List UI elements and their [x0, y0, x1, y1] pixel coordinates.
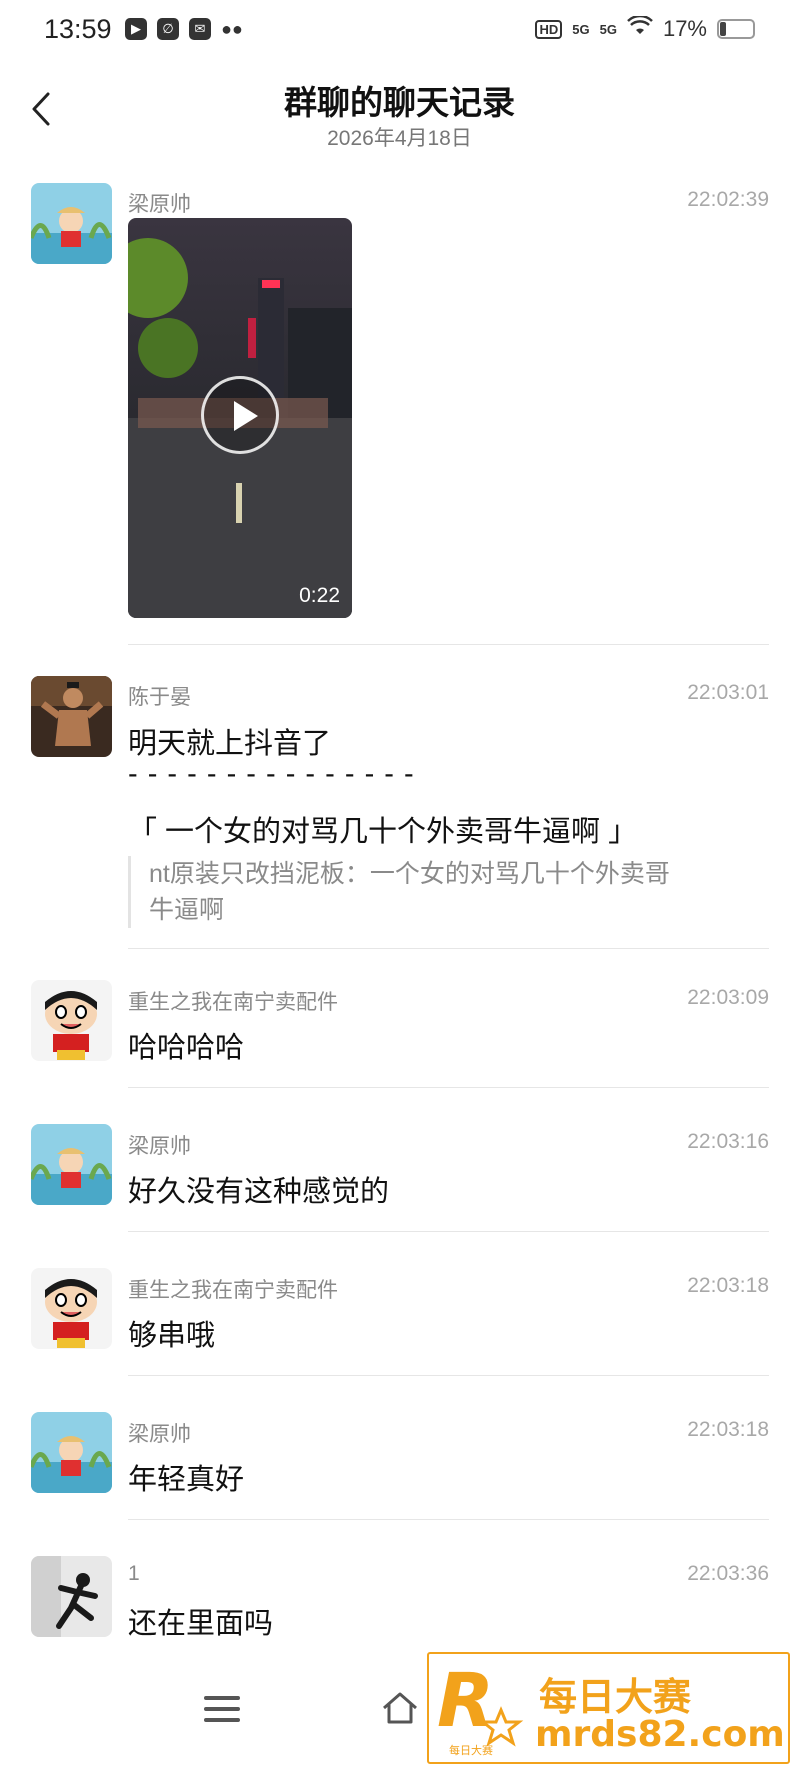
sender-name: 陈于晏: [128, 686, 191, 709]
message-time: 22:03:01: [687, 681, 769, 704]
sender-name: 梁原帅: [128, 1135, 191, 1158]
message-text: 好久没有这种感觉的: [128, 1176, 390, 1208]
message-time: 22:02:39: [687, 188, 769, 211]
wifi-icon: [627, 14, 653, 42]
message-time: 22:03:09: [687, 986, 769, 1009]
message-text: 还在里面吗: [128, 1608, 274, 1640]
avatar[interactable]: [31, 1124, 112, 1205]
quoted-message[interactable]: nt原装只改挡泥板：一个女的对骂几十个外卖哥 牛逼啊: [128, 856, 768, 928]
sender-name: 梁原帅: [128, 193, 191, 216]
message-text: 年轻真好: [128, 1464, 245, 1496]
play-icon[interactable]: [201, 376, 279, 454]
video-app-icon: ▶: [125, 18, 147, 40]
divider: [128, 1087, 769, 1088]
separator-line: - - - - - - - - - - - - - - -: [128, 758, 415, 790]
avatar[interactable]: [31, 1412, 112, 1493]
link-app-icon: ∅: [157, 18, 179, 40]
notification-icons: ▶ ∅ ✉ ●●: [125, 18, 243, 40]
sender-name: 重生之我在南宁卖配件: [128, 991, 338, 1014]
watermark: R 每日大赛 每日大赛 mrds82.com: [427, 1652, 790, 1764]
divider: [128, 1231, 769, 1232]
video-thumbnail[interactable]: 0:22: [128, 218, 352, 618]
svg-text:R: R: [437, 1658, 494, 1744]
message-time: 22:03:16: [687, 1130, 769, 1153]
message-text: 哈哈哈哈: [128, 1032, 245, 1064]
avatar[interactable]: [31, 1268, 112, 1349]
video-duration: 0:22: [299, 584, 340, 607]
watermark-url: mrds82.com: [535, 1714, 785, 1755]
sender-name: 1: [128, 1562, 140, 1585]
divider: [128, 1375, 769, 1376]
divider: [128, 1519, 769, 1520]
message-time: 22:03:18: [687, 1418, 769, 1441]
divider: [128, 948, 769, 949]
signal-5g-icon: 5G: [572, 21, 590, 37]
avatar[interactable]: [31, 1556, 112, 1637]
message-time: 22:03:36: [687, 1562, 769, 1585]
battery-icon: [717, 19, 755, 39]
watermark-title: 每日大赛: [539, 1675, 692, 1719]
message-text: 够串哦: [128, 1320, 216, 1352]
chat-date: 2026年4月18日: [327, 127, 472, 150]
sender-name: 梁原帅: [128, 1423, 191, 1446]
avatar[interactable]: [31, 980, 112, 1061]
status-time: 13:59: [44, 14, 112, 44]
signal-5g-icon-2: 5G: [599, 21, 617, 37]
battery-percent: 17%: [662, 16, 707, 41]
quote-line: 牛逼啊: [149, 896, 225, 924]
menu-icon[interactable]: [204, 1696, 240, 1726]
message-time: 22:03:18: [687, 1274, 769, 1297]
status-bar: 13:59 ▶ ∅ ✉ ●● HD 5G 5G 17%: [0, 0, 799, 62]
quote-line: nt原装只改挡泥板：一个女的对骂几十个外卖哥: [149, 860, 670, 888]
chat-header: 群聊的聊天记录 2026年4月18日: [0, 62, 799, 162]
page-title: 群聊的聊天记录: [284, 84, 515, 121]
home-icon[interactable]: [378, 1686, 422, 1730]
watermark-logo: R 每日大赛: [437, 1658, 524, 1757]
avatar[interactable]: [31, 183, 112, 264]
quote-title: 「 一个女的对骂几十个外卖哥牛逼啊 」: [128, 816, 638, 848]
status-indicators: HD 5G 5G 17%: [535, 14, 755, 42]
sender-name: 重生之我在南宁卖配件: [128, 1279, 338, 1302]
divider: [128, 644, 769, 645]
message-text: 明天就上抖音了: [128, 728, 332, 760]
hd-icon: HD: [535, 19, 563, 39]
svg-text:每日大赛: 每日大赛: [449, 1743, 493, 1757]
mail-app-icon: ✉: [189, 18, 211, 40]
wechat-icon: ●●: [221, 19, 243, 39]
avatar[interactable]: [31, 676, 112, 757]
